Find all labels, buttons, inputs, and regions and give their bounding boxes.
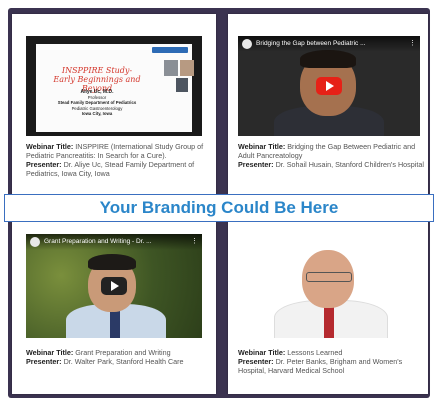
presenter-tie [324,304,334,338]
video-thumbnail-4[interactable] [238,234,420,338]
channel-avatar-icon[interactable] [30,237,40,247]
webinar-card-2[interactable]: Bridging the Gap between Pediatric ... ⋮… [228,14,428,198]
play-icon[interactable] [101,277,127,295]
presenter-tie [110,308,120,338]
participant-camera-3 [176,78,188,92]
webinar-caption-1: Webinar Title: INSPPIRE (International S… [26,142,204,178]
slide-logo [152,47,188,53]
slide-presenter-info: Aliye Uc, M.D. Professor Stead Family De… [57,89,137,116]
play-icon[interactable] [316,77,342,95]
webinar-caption-2: Webinar Title: Bridging the Gap Between … [238,142,424,169]
presenter-hair [88,254,136,270]
webinar-card-4[interactable]: Webinar Title: Lessons Learned Presenter… [228,216,428,394]
participant-camera-1 [164,60,178,76]
video-thumbnail-2[interactable]: Bridging the Gap between Pediatric ... ⋮ [238,36,420,136]
webinar-title: Grant Preparation and Writing [75,348,171,357]
more-vert-icon[interactable]: ⋮ [191,237,198,245]
presenter-glasses [306,272,352,282]
video-title[interactable]: Bridging the Gap between Pediatric ... [256,40,406,47]
webinar-card-1[interactable]: INSPPIRE Study- Early Beginnings and Bey… [12,14,216,198]
presenter-hair [300,50,356,68]
channel-avatar-icon[interactable] [242,39,252,49]
presentation-slide: INSPPIRE Study- Early Beginnings and Bey… [36,44,194,132]
webinar-presenter: Dr. Sohail Husain, Stanford Children's H… [275,160,424,169]
more-vert-icon[interactable]: ⋮ [409,39,416,47]
participant-camera-2 [180,60,194,76]
webinar-caption-4: Webinar Title: Lessons Learned Presenter… [238,348,403,375]
video-thumbnail-3[interactable]: Grant Preparation and Writing - Dr. ... … [26,234,202,338]
video-thumbnail-1[interactable]: INSPPIRE Study- Early Beginnings and Bey… [26,36,202,136]
webinar-title: Lessons Learned [287,348,343,357]
webinar-presenter: Dr. Walter Park, Stanford Health Care [63,357,184,366]
webinar-caption-3: Webinar Title: Grant Preparation and Wri… [26,348,184,366]
webinar-card-3[interactable]: Grant Preparation and Writing - Dr. ... … [12,216,216,394]
video-title[interactable]: Grant Preparation and Writing - Dr. ... [44,238,194,245]
branding-banner: Your Branding Could Be Here [4,194,434,222]
